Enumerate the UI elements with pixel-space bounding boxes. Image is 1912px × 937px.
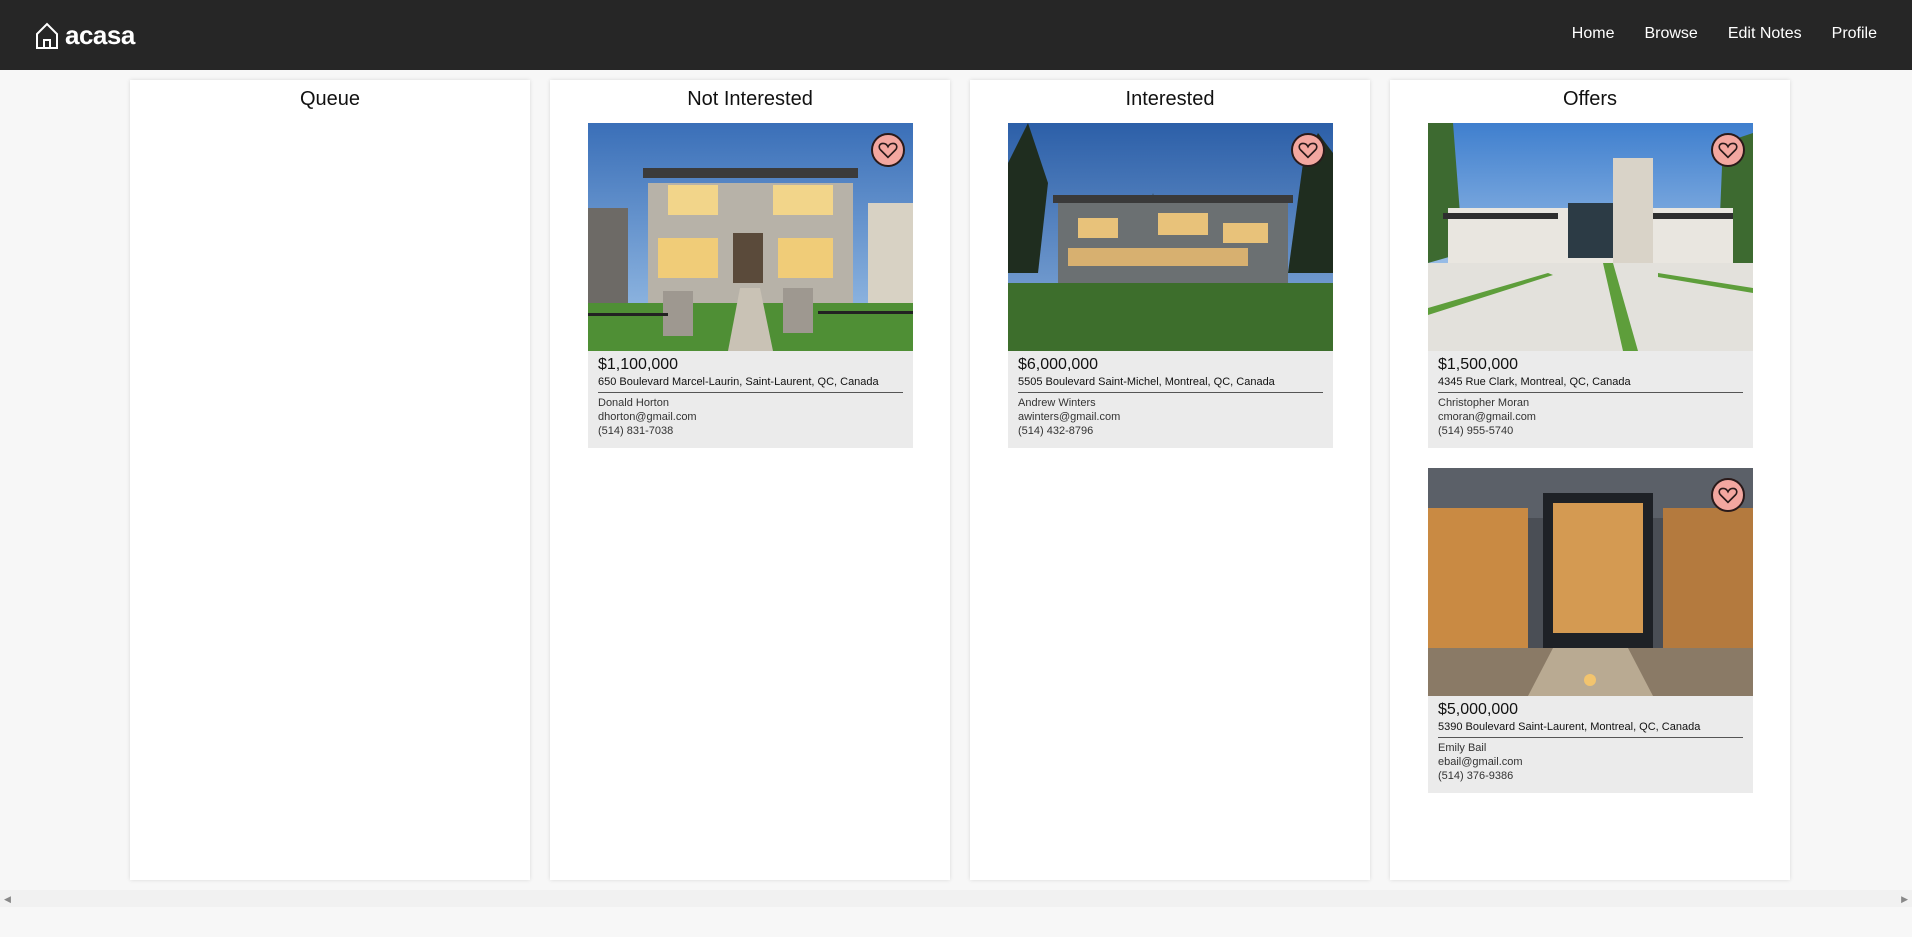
nav-links: Home Browse Edit Notes Profile [1572, 25, 1877, 43]
property-price: $1,100,000 [598, 356, 679, 373]
agent-name: Emily Bail [1438, 742, 1487, 754]
property-card[interactable]: $1,100,000 650 Boulevard Marcel-Laurin, … [588, 123, 913, 448]
property-address: 5505 Boulevard Saint-Michel, Montreal, Q… [1018, 376, 1323, 393]
favorite-heart-icon[interactable] [1711, 133, 1745, 167]
scroll-left-icon[interactable]: ◀ [4, 894, 11, 905]
favorite-heart-icon[interactable] [1291, 133, 1325, 167]
column-title: Not Interested [687, 88, 813, 110]
property-price: $6,000,000 [1018, 356, 1099, 373]
property-photo [588, 123, 913, 351]
property-photo [1428, 468, 1753, 696]
column-queue: Queue [130, 80, 530, 880]
agent-email: awinters@gmail.com [1018, 411, 1121, 423]
nav-browse-link[interactable]: Browse [1644, 25, 1697, 43]
column-title: Queue [299, 88, 361, 110]
scroll-right-icon[interactable]: ▶ [1901, 894, 1908, 905]
property-address: 4345 Rue Clark, Montreal, QC, Canada [1438, 376, 1743, 393]
property-address: 5390 Boulevard Saint-Laurent, Montreal, … [1438, 721, 1743, 738]
property-photo [1428, 123, 1753, 351]
agent-name: Andrew Winters [1018, 397, 1096, 409]
brand-logo[interactable]: acasa [35, 20, 135, 51]
property-card[interactable]: $1,500,000 4345 Rue Clark, Montreal, QC,… [1428, 123, 1753, 448]
property-card[interactable]: $5,000,000 5390 Boulevard Saint-Laurent,… [1428, 468, 1753, 793]
kanban-board: Queue Not Interested $1,100,000 650 Boul… [130, 80, 1790, 880]
card-info: $1,500,000 4345 Rue Clark, Montreal, QC,… [1438, 356, 1743, 438]
column-title: Interested [1125, 88, 1215, 110]
brand-name: acasa [65, 20, 135, 50]
property-price: $5,000,000 [1438, 701, 1519, 718]
property-photo [1008, 123, 1333, 351]
property-card[interactable]: $6,000,000 5505 Boulevard Saint-Michel, … [1008, 123, 1333, 448]
favorite-heart-icon[interactable] [871, 133, 905, 167]
card-info: $1,100,000 650 Boulevard Marcel-Laurin, … [598, 356, 903, 438]
agent-phone: (514) 955-5740 [1438, 425, 1514, 437]
column-interested: Interested $6,000,000 5505 Boulevard Sai… [970, 80, 1370, 880]
agent-name: Christopher Moran [1438, 397, 1530, 409]
house-icon [35, 22, 59, 50]
column-not-interested: Not Interested $1,100,000 650 Boulevard … [550, 80, 950, 880]
favorite-heart-icon[interactable] [1711, 478, 1745, 512]
horizontal-scrollbar[interactable]: ◀ ▶ [0, 890, 1912, 907]
agent-phone: (514) 376-9386 [1438, 770, 1514, 782]
nav-edit-notes-link[interactable]: Edit Notes [1728, 25, 1802, 43]
agent-email: ebail@gmail.com [1438, 756, 1523, 768]
property-address: 650 Boulevard Marcel-Laurin, Saint-Laure… [598, 376, 903, 393]
column-offers: Offers $1,500,000 4345 Rue Clark, Montre… [1390, 80, 1790, 880]
card-info: $6,000,000 5505 Boulevard Saint-Michel, … [1018, 356, 1323, 438]
nav-profile-link[interactable]: Profile [1832, 25, 1877, 43]
column-title: Offers [1562, 88, 1618, 110]
agent-phone: (514) 432-8796 [1018, 425, 1094, 437]
card-info: $5,000,000 5390 Boulevard Saint-Laurent,… [1438, 701, 1743, 783]
nav-home-link[interactable]: Home [1572, 25, 1615, 43]
top-navbar: acasa Home Browse Edit Notes Profile [0, 0, 1912, 70]
property-price: $1,500,000 [1438, 356, 1519, 373]
agent-name: Donald Horton [598, 397, 669, 409]
agent-email: cmoran@gmail.com [1438, 411, 1536, 423]
agent-email: dhorton@gmail.com [598, 411, 697, 423]
agent-phone: (514) 831-7038 [598, 425, 674, 437]
